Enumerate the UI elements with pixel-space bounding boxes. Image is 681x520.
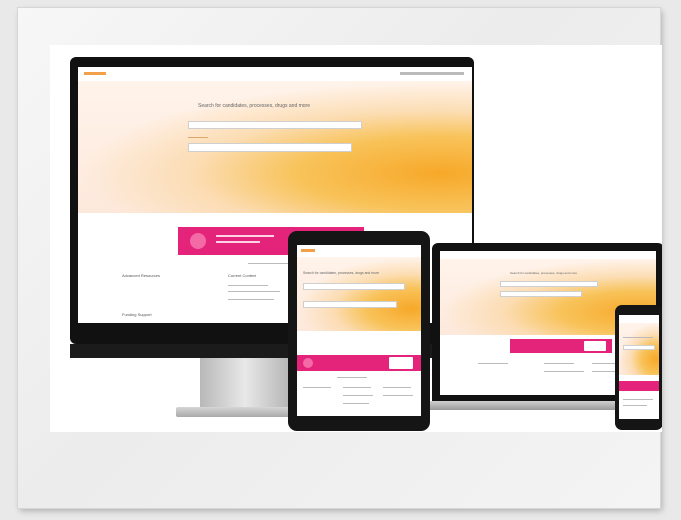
tablet-section-right <box>383 387 411 388</box>
phone-hero <box>619 323 659 375</box>
site-logo <box>84 72 106 75</box>
tablet-link-row[interactable] <box>337 377 367 378</box>
tablet-promo-logo <box>303 358 313 368</box>
phone-link-1[interactable] <box>623 399 653 400</box>
content-link-2[interactable] <box>228 291 280 292</box>
tablet-filter-row[interactable] <box>303 301 397 308</box>
imac-hero: Search for candidates, processes, drugs … <box>78 81 472 213</box>
laptop-section-left <box>478 363 508 364</box>
tablet-promo-banner[interactable] <box>297 355 421 371</box>
tablet-hero-heading: Search for candidates, processes, drugs … <box>303 271 379 275</box>
tablet-logo <box>301 249 315 252</box>
laptop-filter-row[interactable] <box>500 291 582 297</box>
section-left-heading-2: Funding Support <box>122 312 152 317</box>
promo-text-1 <box>216 235 274 237</box>
tablet-promo-image <box>389 357 413 369</box>
phone-promo-banner[interactable] <box>619 381 659 391</box>
promo-text-2 <box>216 241 260 243</box>
tablet-link-1[interactable] <box>343 395 373 396</box>
tablet-search-input[interactable] <box>303 283 405 290</box>
imac-top-nav <box>78 67 472 82</box>
phone-hero-heading <box>623 337 653 338</box>
tablet-link-2[interactable] <box>383 395 413 396</box>
photo-frame: Search for candidates, processes, drugs … <box>18 8 662 508</box>
hero-heading: Search for candidates, processes, drugs … <box>198 103 311 109</box>
content-link-3[interactable] <box>228 299 274 300</box>
tablet-screen: Search for candidates, processes, drugs … <box>297 245 421 416</box>
laptop-promo-banner[interactable] <box>510 339 612 353</box>
content-link-1[interactable] <box>228 285 268 286</box>
tablet-link-3[interactable] <box>343 403 369 404</box>
tablet-hero: Search for candidates, processes, drugs … <box>297 257 421 331</box>
phone-screen <box>619 315 659 419</box>
imac-stand <box>200 358 290 410</box>
search-input[interactable] <box>188 121 362 129</box>
laptop-link-1[interactable] <box>544 371 584 372</box>
laptop-hero-heading: Search for candidates, processes, drugs … <box>510 271 578 275</box>
filter-chips-row[interactable] <box>188 143 352 152</box>
laptop-section-mid <box>544 363 574 364</box>
tablet-top-nav <box>297 245 421 257</box>
phone-link-2[interactable] <box>623 405 647 406</box>
section-left-heading: Advanced Resources <box>122 273 161 278</box>
filter-label <box>188 137 208 138</box>
phone-search-input[interactable] <box>623 345 655 350</box>
tablet-section-left <box>303 387 331 388</box>
section-right-heading: Current Content <box>228 273 257 278</box>
tablet-section-mid <box>343 387 371 388</box>
laptop-promo-image <box>584 341 606 351</box>
top-nav-links[interactable] <box>400 72 464 75</box>
device-mockup-photo: Search for candidates, processes, drugs … <box>50 45 662 432</box>
laptop-search-input[interactable] <box>500 281 598 287</box>
promo-logo <box>190 233 206 249</box>
